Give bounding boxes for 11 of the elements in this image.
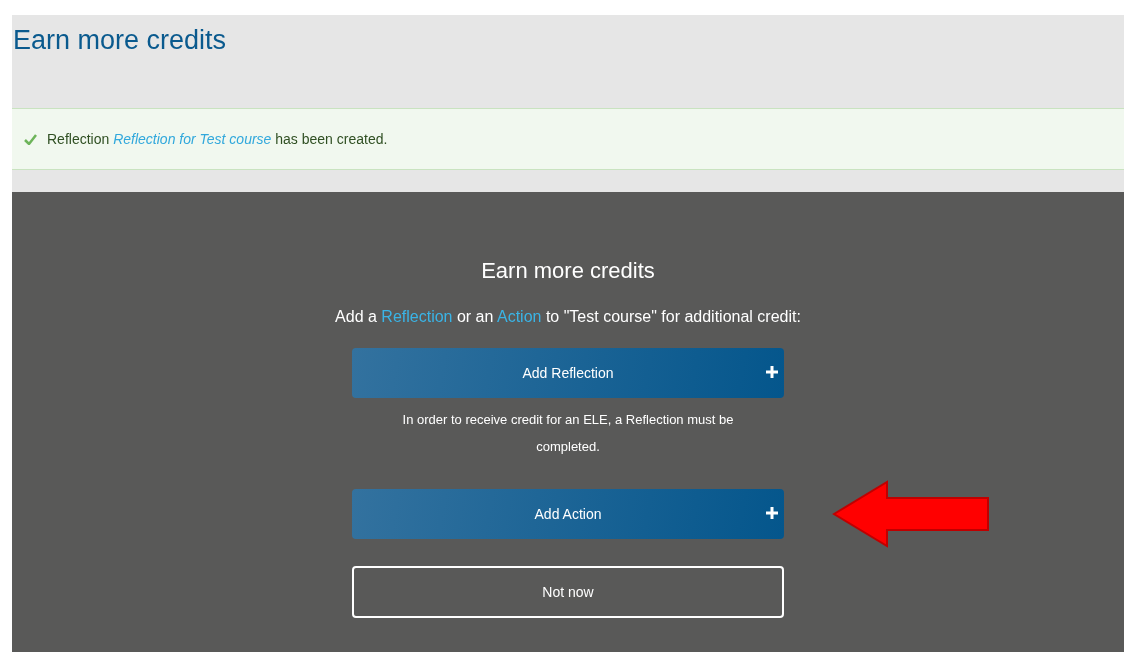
add-button[interactable]: Add Reflection <box>352 348 784 398</box>
alert-message: Reflection Reflection for Test course has been created. <box>47 131 388 147</box>
panel-title: Earn more credits <box>481 258 655 284</box>
check-icon <box>24 133 37 145</box>
page-title: Earn more credits <box>13 25 227 56</box>
add-button[interactable]: Add Action <box>352 489 784 539</box>
dismiss-button[interactable]: Not now <box>352 566 784 618</box>
plus-icon <box>766 366 778 378</box>
help-text: In order to receive credit for an ELE, a Reflection must be completed. <box>401 411 735 456</box>
plus-icon <box>766 507 778 519</box>
intro-text: Add a Reflection or an Action to "Test course" for additional credit: <box>335 308 801 326</box>
